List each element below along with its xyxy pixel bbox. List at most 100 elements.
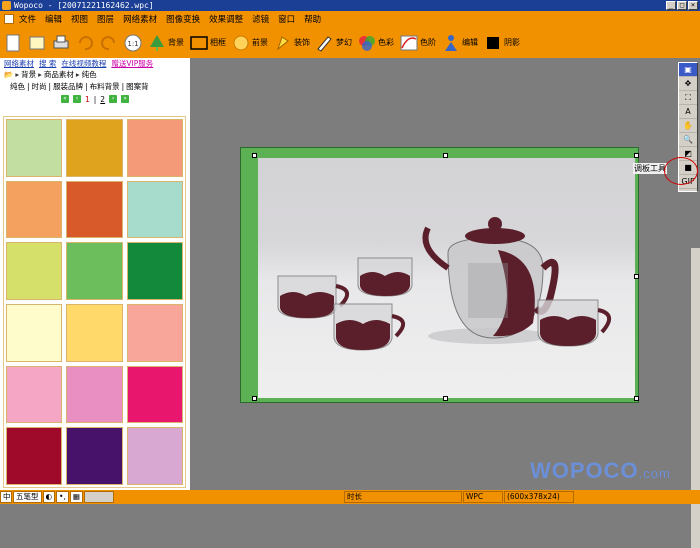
tag-solid[interactable]: 纯色 <box>10 81 25 92</box>
ime-punct-icon[interactable]: •, <box>56 491 69 503</box>
page-1[interactable]: 1 <box>85 95 90 104</box>
resize-handle-bl[interactable] <box>252 396 257 401</box>
palette-crop-tool[interactable]: ⛶ <box>679 91 697 105</box>
color-swatch[interactable] <box>126 242 183 300</box>
status-bar: 中 五笔型 ◐ •, ▦ 时长 WPC (600x378x24) <box>0 490 700 504</box>
color-swatch[interactable] <box>6 304 63 362</box>
swatch-grid <box>3 116 186 488</box>
tool-edit-label: 编辑 <box>462 38 478 47</box>
next-page-button[interactable]: › <box>109 95 118 103</box>
redo-icon <box>101 35 115 50</box>
tool-dream[interactable]: 梦幻 <box>316 30 352 56</box>
open-button[interactable] <box>28 30 46 56</box>
color-swatch[interactable] <box>66 365 123 424</box>
canvas-frame[interactable] <box>240 147 639 403</box>
palette-text-tool[interactable]: A <box>679 105 697 119</box>
prev-page-button[interactable]: ‹ <box>72 95 81 103</box>
tag-pattern-bg[interactable]: 图案背 <box>126 81 149 92</box>
menu-window[interactable]: 窗口 <box>275 13 298 25</box>
resize-handle-top[interactable] <box>443 153 448 158</box>
breadcrumb-item[interactable]: 纯色 <box>82 69 97 80</box>
maximize-button[interactable]: □ <box>677 1 687 10</box>
color-swatch[interactable] <box>66 304 123 362</box>
menu-image-transform[interactable]: 图像变换 <box>163 13 203 25</box>
color-swatch[interactable] <box>126 365 183 424</box>
asset-panel: 网络素材 搜 索 在线视频教程 赠送VIP服务 📂 ▸ 背景 ▸ 商品素材 ▸ … <box>0 58 190 490</box>
menu-view[interactable]: 视图 <box>68 13 91 25</box>
tag-fabric-bg[interactable]: 布料背景 <box>90 81 120 92</box>
menu-file[interactable]: 文件 <box>16 13 39 25</box>
resize-handle-tl[interactable] <box>252 153 257 158</box>
link-search[interactable]: 搜 索 <box>39 58 56 69</box>
menu-filter[interactable]: 滤镜 <box>249 13 272 25</box>
color-swatch[interactable] <box>66 119 123 177</box>
menu-web-assets[interactable]: 网络素材 <box>120 13 160 25</box>
resize-handle-right[interactable] <box>634 274 639 279</box>
color-swatch[interactable] <box>66 242 123 300</box>
color-swatch[interactable] <box>6 180 63 239</box>
menu-layer[interactable]: 图层 <box>94 13 117 25</box>
link-web-assets[interactable]: 网络素材 <box>4 58 34 69</box>
color-swatch[interactable] <box>6 427 63 485</box>
shadow-icon <box>487 36 499 49</box>
teaset-image <box>277 217 611 351</box>
breadcrumb: 📂 ▸ 背景 ▸ 商品素材 ▸ 纯色 <box>4 69 97 80</box>
color-swatch[interactable] <box>66 427 123 485</box>
color-swatch[interactable] <box>126 427 183 485</box>
palette-move-tool[interactable]: ✥ <box>679 77 697 91</box>
tool-color[interactable]: 色彩 <box>358 30 394 56</box>
color-swatch[interactable] <box>6 365 63 424</box>
link-vip-service[interactable]: 赠送VIP服务 <box>111 58 153 69</box>
main-toolbar: 1:1 背景 相框 前景 装饰 梦幻 色彩 色阶 编辑 阴影 <box>0 27 700 58</box>
palette-hand-tool[interactable]: ✋ <box>679 119 697 133</box>
last-page-button[interactable]: » <box>121 95 130 103</box>
menu-effects[interactable]: 效果调整 <box>206 13 246 25</box>
redo-button[interactable] <box>100 30 118 56</box>
palette-select-tool[interactable]: ▣ <box>679 63 697 77</box>
window-title: Wopoco - [20071221162462.wpc] <box>14 1 154 10</box>
minimize-button[interactable]: _ <box>666 1 676 10</box>
menu-help[interactable]: 帮助 <box>301 13 324 25</box>
folder-icon: 📂 <box>4 69 14 79</box>
input-method[interactable]: 五笔型 <box>13 491 42 503</box>
tool-decorate-label: 装饰 <box>294 38 310 47</box>
close-button[interactable]: × <box>688 1 698 10</box>
tool-frame[interactable]: 相框 <box>190 30 226 56</box>
ime-keyboard-icon[interactable]: ▦ <box>69 491 83 503</box>
tool-decorate[interactable]: 装饰 <box>274 30 310 56</box>
ime-icon[interactable]: 中 <box>0 491 12 503</box>
color-swatch[interactable] <box>66 180 123 239</box>
page-2[interactable]: 2 <box>100 95 105 104</box>
tool-foreground[interactable]: 前景 <box>232 30 268 56</box>
ime-moon-icon[interactable]: ◐ <box>42 491 56 503</box>
actual-size-button[interactable]: 1:1 <box>124 30 142 56</box>
tag-fashion[interactable]: 时尚 <box>32 81 47 92</box>
color-swatch[interactable] <box>6 242 63 300</box>
tool-background-label: 背景 <box>168 38 184 47</box>
link-video-tutorial[interactable]: 在线视频教程 <box>61 58 106 69</box>
color-swatch[interactable] <box>126 119 183 177</box>
menu-edit[interactable]: 编辑 <box>42 13 65 25</box>
undo-button[interactable] <box>76 30 94 56</box>
new-button[interactable] <box>4 30 22 56</box>
tag-clothing-brand[interactable]: 服装品牌 <box>53 81 83 92</box>
palette-zoom-tool[interactable]: 🔍 <box>679 133 697 147</box>
print-button[interactable] <box>52 30 70 56</box>
tool-levels[interactable]: 色阶 <box>400 30 436 56</box>
menu-app-icon[interactable] <box>4 14 14 24</box>
svg-text:1:1: 1:1 <box>127 40 138 48</box>
tool-background[interactable]: 背景 <box>148 30 184 56</box>
resize-handle-tr[interactable] <box>634 153 639 158</box>
color-swatch[interactable] <box>126 180 183 239</box>
first-page-button[interactable]: « <box>60 95 69 103</box>
breadcrumb-item[interactable]: 商品素材 <box>44 69 74 80</box>
resize-handle-bottom[interactable] <box>443 396 448 401</box>
tool-edit[interactable]: 编辑 <box>442 30 478 56</box>
tooltip: 调板工具 <box>633 163 667 174</box>
breadcrumb-item[interactable]: 背景 <box>21 69 36 80</box>
tree-icon <box>150 34 164 51</box>
color-swatch[interactable] <box>126 304 183 362</box>
tool-shadow[interactable]: 阴影 <box>484 30 520 56</box>
resize-handle-br[interactable] <box>634 396 639 401</box>
color-swatch[interactable] <box>6 119 63 177</box>
